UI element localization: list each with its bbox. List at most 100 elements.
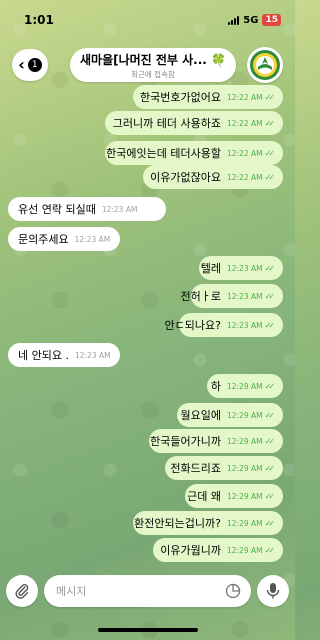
outgoing-message[interactable]: 그러니까 테더 사용하죠 12:22 AM ✓✓ [105,111,283,135]
message-text: 전허ㅏ로 [180,290,221,303]
double-check-icon: ✓✓ [264,410,276,420]
message-text: 문의주세요 [18,233,69,246]
message-meta: 12:23 AM [102,205,138,214]
message-time: 12:23 AM [226,263,263,273]
double-check-icon: ✓✓ [264,436,276,446]
message-time: 12:22 AM [226,118,263,128]
message-time: 12:22 AM [226,172,263,182]
message-meta: 12:29 AM ✓✓ [227,546,275,555]
message-text: 근데 왜 [187,490,221,503]
message-time: 12:29 AM [226,463,263,473]
message-text: 이유가뭡니까 [160,544,221,557]
status-bar: 1:01 5G 15 [0,0,295,40]
incoming-message[interactable]: 문의주세요 12:23 AM [8,227,120,251]
double-check-icon: ✓✓ [264,320,276,330]
outgoing-message[interactable]: 월요일에 12:29 AM ✓✓ [177,403,283,427]
attach-button[interactable] [6,575,38,607]
double-check-icon: ✓✓ [264,291,276,301]
composer [0,574,295,610]
message-text: 그러니까 테더 사용하죠 [112,117,221,130]
double-check-icon: ✓✓ [264,463,276,473]
network-label: 5G [243,14,259,26]
outgoing-message[interactable]: 안ㄷ되나요? 12:23 AM ✓✓ [165,313,283,337]
message-time: 12:23 AM [74,234,111,244]
double-check-icon: ✓✓ [264,381,276,391]
message-text: 유선 연락 되실때 [18,203,96,216]
message-time: 12:29 AM [226,410,263,420]
unread-count-badge: 1 [27,58,42,72]
message-text: 텔레 [200,262,221,275]
message-meta: 12:23 AM [75,351,111,360]
outgoing-message[interactable]: 한국에잇는데 테더사용할 12:22 AM ✓✓ [105,141,283,165]
message-text: 전화드리죠 [170,462,221,475]
message-time: 12:29 AM [226,381,263,391]
message-time: 12:23 AM [74,350,111,360]
message-meta: 12:23 AM [75,235,111,244]
avatar[interactable] [247,47,283,83]
chat-title-button[interactable]: 새마을[나머진 전부 사... 🍀 최근에 접속함 [70,48,236,82]
message-meta: 12:22 AM ✓✓ [227,173,275,182]
outgoing-message[interactable]: 하 12:29 AM ✓✓ [207,374,283,398]
message-meta: 12:29 AM ✓✓ [227,382,275,391]
double-check-icon: ✓✓ [264,491,276,501]
message-time: 12:23 AM [226,291,263,301]
back-button[interactable]: ‹ 1 [12,49,48,81]
message-meta: 12:29 AM ✓✓ [227,411,275,420]
outgoing-message[interactable]: 한국번호가없어요 12:22 AM ✓✓ [133,85,283,109]
saemaul-logo-icon [250,50,280,80]
chevron-left-icon: ‹ [18,55,25,74]
microphone-icon [266,583,280,599]
outgoing-message[interactable]: 텔레 12:23 AM ✓✓ [199,256,283,280]
outgoing-message[interactable]: 한국들어가니까 12:29 AM ✓✓ [149,429,283,453]
message-meta: 12:29 AM ✓✓ [227,437,275,446]
message-time: 12:29 AM [226,436,263,446]
paperclip-icon [15,584,29,599]
message-time: 12:22 AM [226,148,263,158]
double-check-icon: ✓✓ [264,118,276,128]
home-indicator [98,628,198,632]
double-check-icon: ✓✓ [264,92,276,102]
message-time: 12:23 AM [226,320,263,330]
incoming-message[interactable]: 유선 연락 되실때 12:23 AM [8,197,166,221]
incoming-message[interactable]: 네 안되요 . 12:23 AM [8,343,120,367]
outgoing-message[interactable]: 환전안되는겁니까? 12:29 AM ✓✓ [133,511,283,535]
message-text: 네 안되요 . [18,349,69,362]
message-input[interactable] [56,584,206,598]
message-text: 한국에잇는데 테더사용할 [106,147,221,160]
message-meta: 12:23 AM ✓✓ [227,292,275,301]
outgoing-message[interactable]: 이유가없잖아요 12:22 AM ✓✓ [143,165,283,189]
message-text: 한국들어가니까 [150,435,221,448]
message-text: 하 [210,380,221,393]
double-check-icon: ✓✓ [264,263,276,273]
message-text: 한국번호가없어요 [140,91,221,104]
message-time: 12:29 AM [226,545,263,555]
message-time: 12:22 AM [226,92,263,102]
chat-title: 새마을[나머진 전부 사... [79,52,207,67]
message-meta: 12:29 AM ✓✓ [227,519,275,528]
double-check-icon: ✓✓ [264,172,276,182]
message-meta: 12:22 AM ✓✓ [227,149,275,158]
message-text: 월요일에 [180,409,221,422]
message-meta: 12:29 AM ✓✓ [227,464,275,473]
message-meta: 12:23 AM ✓✓ [227,321,275,330]
last-seen-status: 최근에 접속함 [131,69,175,79]
outgoing-message[interactable]: 근데 왜 12:29 AM ✓✓ [185,484,283,508]
message-text: 환전안되는겁니까? [134,517,221,530]
chat-header: ‹ 1 새마을[나머진 전부 사... 🍀 최근에 접속함 [0,46,295,84]
message-text: 안ㄷ되나요? [164,319,221,332]
outgoing-message[interactable]: 전허ㅏ로 12:23 AM ✓✓ [181,284,283,308]
sticker-icon[interactable] [225,583,241,599]
outgoing-message[interactable]: 전화드리죠 12:29 AM ✓✓ [165,456,283,480]
signal-icon [228,15,240,25]
double-check-icon: ✓✓ [264,148,276,158]
message-time: 12:23 AM [101,204,138,214]
message-input-box[interactable] [44,575,251,607]
message-meta: 12:23 AM ✓✓ [227,264,275,273]
double-check-icon: ✓✓ [264,518,276,528]
chat-title-line: 새마을[나머진 전부 사... 🍀 [80,51,226,68]
message-meta: 12:22 AM ✓✓ [227,93,275,102]
message-time: 12:29 AM [226,491,263,501]
outgoing-message[interactable]: 이유가뭡니까 12:29 AM ✓✓ [153,538,283,562]
clover-emoji: 🍀 [211,52,227,67]
voice-message-button[interactable] [257,575,289,607]
